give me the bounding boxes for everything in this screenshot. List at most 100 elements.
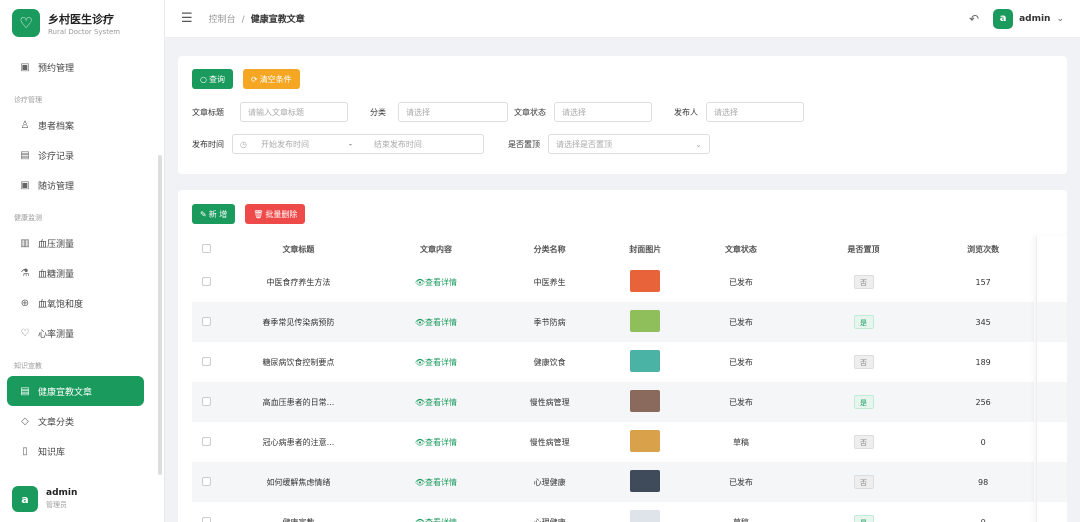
sidebar-item-label: 文章分类 xyxy=(38,417,75,428)
view-details-label: 查看详情 xyxy=(425,397,458,407)
cover-image[interactable] xyxy=(630,390,661,412)
undo-icon[interactable]: ↶ xyxy=(969,12,979,26)
cell-views: 0 xyxy=(980,517,986,522)
category-filter-label: 分类 xyxy=(370,107,386,117)
col-category: 分类名称 xyxy=(495,236,604,262)
view-details-link[interactable]: 👁查看详情 xyxy=(415,318,457,327)
sidebar-item-oxygen[interactable]: ⊕ 血氧饱和度 xyxy=(0,288,156,318)
sidebar-item-followup[interactable]: ▣ 随访管理 xyxy=(0,170,156,200)
calendar-icon: ▣ xyxy=(20,61,30,73)
cover-image[interactable] xyxy=(630,270,661,292)
batch-delete-button[interactable]: 🗑 批量删除 xyxy=(245,204,306,224)
sidebar-item-bp[interactable]: ▥ 血压测量 xyxy=(0,228,156,258)
select-all-checkbox[interactable] xyxy=(201,243,211,253)
table-row[interactable]: 高血压患者的日常... 👁查看详情 慢性病管理 已发布 是 256 xyxy=(192,382,1034,422)
sidebar-item-label: 随访管理 xyxy=(38,181,75,192)
sidebar-item-patients[interactable]: ♙ 患者档案 xyxy=(0,110,156,140)
cover-image[interactable] xyxy=(630,510,661,522)
table-row[interactable]: 中医食疗养生方法 👁查看详情 中医养生 已发布 否 157 xyxy=(192,262,1034,302)
cell-status: 已发布 xyxy=(687,302,795,342)
status-select[interactable]: 请选择 xyxy=(554,102,652,122)
cell-views: 0 xyxy=(980,437,986,447)
top-badge: 是 xyxy=(853,395,874,409)
sidebar-item-records[interactable]: ▤ 诊疗记录 xyxy=(0,140,156,170)
col-title: 文章标题 xyxy=(220,236,377,262)
top-select[interactable]: 请选择是否置顶 ⌄ xyxy=(548,134,710,154)
cover-image[interactable] xyxy=(630,430,661,452)
add-button[interactable]: ✎ 新 增 xyxy=(192,204,236,224)
cell-title: 冠心病患者的注意... xyxy=(262,437,335,447)
sidebar-item-label: 血压测量 xyxy=(38,239,75,250)
view-details-link[interactable]: 👁查看详情 xyxy=(415,358,457,367)
cover-image[interactable] xyxy=(630,350,661,372)
col-cover: 封面图片 xyxy=(603,236,688,262)
top-badge: 否 xyxy=(853,275,874,289)
avatar[interactable]: a xyxy=(993,8,1014,29)
reset-button[interactable]: ⟳ 清空条件 xyxy=(242,69,300,89)
username[interactable]: admin xyxy=(1019,14,1050,24)
ops-row: ✎修 改🗑删 除 xyxy=(1037,382,1067,422)
menu-toggle-icon[interactable]: ☰ xyxy=(181,11,193,26)
table-row[interactable]: 健康宣教 👁查看详情 心理健康 草稿 是 0 xyxy=(192,502,1034,522)
cell-status: 草稿 xyxy=(732,517,749,522)
author-select[interactable]: 请选择 xyxy=(706,102,804,122)
top-badge: 否 xyxy=(853,355,874,369)
row-checkbox[interactable] xyxy=(201,396,211,406)
sidebar-item-glucose[interactable]: ⚗ 血糖测量 xyxy=(0,258,156,288)
date-range-picker[interactable]: ◷ 开始发布时间 - 结束发布时间 xyxy=(232,134,484,154)
top-badge: 是 xyxy=(853,315,874,329)
ops-row: ✎修 改🗑删 除 xyxy=(1037,462,1067,502)
view-details-label: 查看详情 xyxy=(425,277,458,287)
col-content: 文章内容 xyxy=(376,236,496,262)
ops-row: ✎修 改🗑删 除 xyxy=(1037,342,1067,382)
cell-category: 慢性病管理 xyxy=(529,437,570,447)
sidebar-item-categories[interactable]: ◇ 文章分类 xyxy=(0,406,156,436)
sidebar-item-label: 知识库 xyxy=(38,447,66,458)
query-button-label: 查询 xyxy=(208,74,225,84)
row-checkbox[interactable] xyxy=(201,276,211,286)
title-search-input[interactable]: 请输入文章标题 xyxy=(240,102,348,122)
time-filter-label: 发布时间 xyxy=(192,139,224,149)
view-details-label: 查看详情 xyxy=(425,477,458,487)
col-operations: 操作 xyxy=(1037,236,1067,262)
table-row[interactable]: 冠心病患者的注意... 👁查看详情 慢性病管理 草稿 否 0 xyxy=(192,422,1034,462)
view-details-link[interactable]: 👁查看详情 xyxy=(415,278,457,287)
cover-image[interactable] xyxy=(630,470,661,492)
view-details-link[interactable]: 👁查看详情 xyxy=(415,438,457,447)
top-badge: 否 xyxy=(853,435,874,449)
sidebar-user[interactable]: a admin 管理员 xyxy=(12,486,77,512)
sidebar-item-label: 预约管理 xyxy=(38,63,75,74)
sidebar-scrollbar[interactable] xyxy=(158,155,162,475)
query-button[interactable]: ○ 查询 xyxy=(192,69,233,89)
view-details-label: 查看详情 xyxy=(425,317,458,327)
sidebar-item-heart[interactable]: ♡ 心率测量 xyxy=(0,318,156,348)
sidebar-item-kb[interactable]: ▯ 知识库 xyxy=(0,436,156,466)
view-details-link[interactable]: 👁查看详情 xyxy=(415,398,457,407)
row-checkbox[interactable] xyxy=(201,436,211,446)
row-checkbox[interactable] xyxy=(201,516,211,522)
table-row[interactable]: 糖尿病饮食控制要点 👁查看详情 健康饮食 已发布 否 189 xyxy=(192,342,1034,382)
book-icon: ▤ xyxy=(20,385,30,397)
ops-row: ✎修 改🗑删 除 xyxy=(1037,302,1067,342)
view-details-link[interactable]: 👁查看详情 xyxy=(415,478,457,487)
chevron-down-icon[interactable]: ⌄ xyxy=(1056,14,1064,24)
eye-icon: 👁 xyxy=(414,477,426,487)
table-row[interactable]: 如何缓解焦虑情绪 👁查看详情 心理健康 已发布 否 98 xyxy=(192,462,1034,502)
cover-image[interactable] xyxy=(630,310,661,332)
brand-name: 乡村医生诊疗 xyxy=(48,12,114,26)
search-icon: ○ xyxy=(200,74,207,84)
breadcrumb-separator: / xyxy=(241,15,245,25)
category-select[interactable]: 请选择 xyxy=(398,102,508,122)
sidebar-item-appointment[interactable]: ▣ 预约管理 xyxy=(0,52,156,82)
row-checkbox[interactable] xyxy=(201,356,211,366)
add-button-label: 新 增 xyxy=(208,209,228,219)
sidebar-item-articles[interactable]: ▤ 健康宣教文章 xyxy=(7,376,144,406)
breadcrumb-root[interactable]: 控制台 xyxy=(209,15,236,25)
eye-icon: 👁 xyxy=(414,437,426,447)
table-row[interactable]: 春季常见传染病预防 👁查看详情 季节防病 已发布 是 345 xyxy=(192,302,1034,342)
row-checkbox[interactable] xyxy=(201,476,211,486)
top-filter-label: 是否置顶 xyxy=(508,139,540,149)
row-checkbox[interactable] xyxy=(201,316,211,326)
view-details-label: 查看详情 xyxy=(425,517,458,522)
view-details-link[interactable]: 👁查看详情 xyxy=(415,518,457,522)
